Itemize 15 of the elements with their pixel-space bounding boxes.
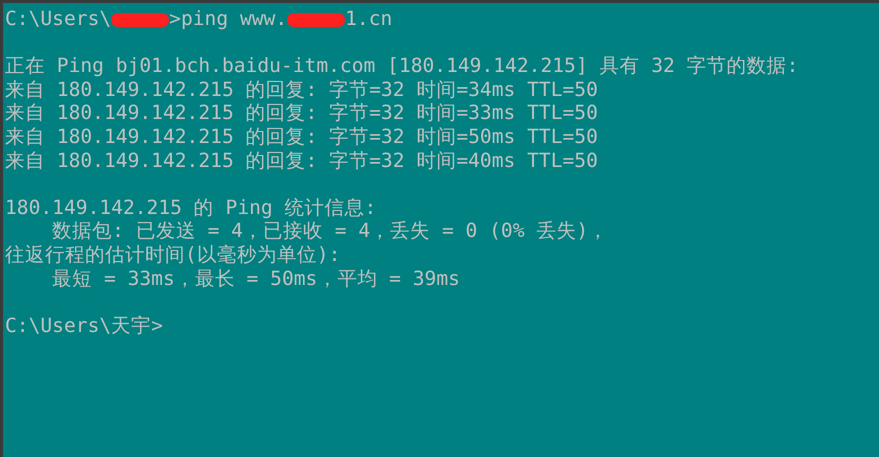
command-text: 1.cn: [345, 7, 392, 30]
console-line: 正在 Ping bj01.bch.baidu-itm.com [180.149.142.215] 具有 32 字节的数据:: [5, 54, 800, 78]
console-line: 来自 180.149.142.215 的回复: 字节=32 时间=40ms TTL=50: [5, 148, 599, 172]
console-line: C:\Users\天宇>: [5, 314, 164, 338]
redaction-scribble: [287, 12, 346, 27]
console-line: 最短 = 33ms，最长 = 50ms，平均 = 39ms: [51, 266, 461, 290]
command-text: C:\Users\: [5, 7, 112, 30]
console-line: 来自 180.149.142.215 的回复: 字节=32 时间=33ms TTL=50: [5, 101, 599, 125]
console-line: 180.149.142.215 的 Ping 统计信息:: [5, 196, 378, 220]
command-text: >ping www.: [169, 7, 288, 30]
console-line: 往返行程的估计时间(以毫秒为单位):: [5, 242, 342, 267]
console-line: 来自 180.149.142.215 的回复: 字节=32 时间=50ms TTL=50: [5, 124, 599, 149]
redaction-scribble: [111, 12, 170, 27]
console-line: 数据包: 已发送 = 4，已接收 = 4，丢失 = 0 (0% 丢失)，: [51, 219, 610, 243]
console-line: 来自 180.149.142.215 的回复: 字节=32 时间=34ms TTL=50: [5, 78, 599, 102]
